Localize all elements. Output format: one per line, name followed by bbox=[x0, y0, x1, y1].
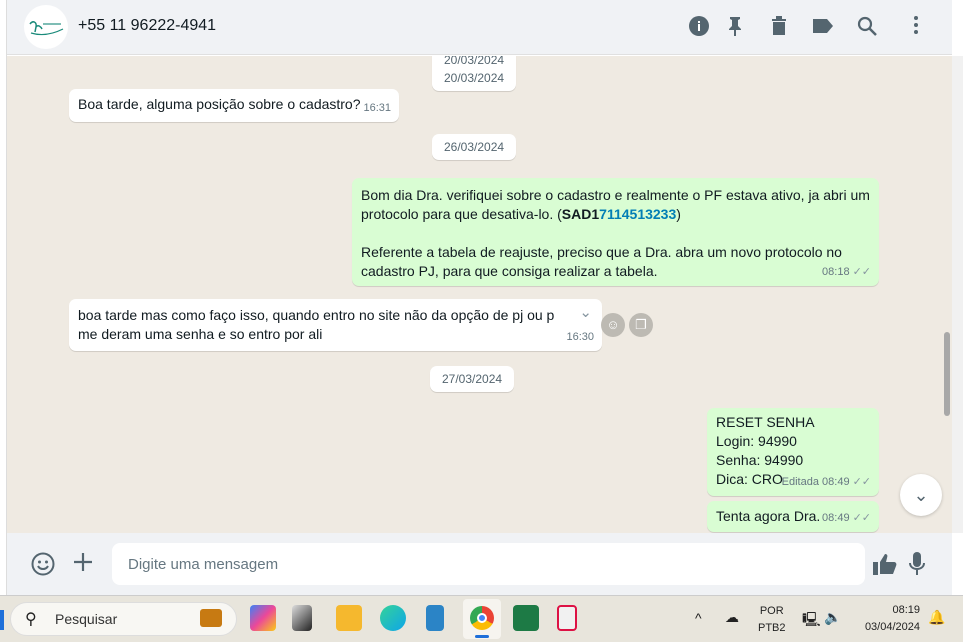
protocol-number-link[interactable]: 7114513233 bbox=[599, 206, 676, 222]
scroll-to-bottom-button[interactable]: ⌄ bbox=[900, 474, 942, 516]
attach-plus-icon[interactable] bbox=[73, 552, 93, 576]
briefcase-icon bbox=[200, 609, 222, 627]
message-text: Referente a tabela de reajuste, preciso … bbox=[361, 244, 842, 279]
thumbs-up-icon[interactable] bbox=[873, 553, 897, 579]
label-icon[interactable] bbox=[812, 16, 834, 38]
message-time: 08:49 bbox=[822, 476, 850, 488]
message-incoming[interactable]: Boa tarde, alguma posição sobre o cadast… bbox=[69, 89, 399, 122]
app-icon[interactable] bbox=[292, 605, 312, 631]
message-text: Bom dia Dra. verifiquei sobre o cadastro… bbox=[361, 187, 870, 222]
message-text: me deram uma senha e so entro por ali bbox=[78, 326, 323, 342]
date-divider: 26/03/2024 bbox=[432, 134, 517, 160]
search-icon[interactable] bbox=[856, 16, 878, 38]
message-text: RESET SENHA bbox=[716, 414, 815, 430]
avatar[interactable] bbox=[24, 5, 68, 49]
taskbar-search[interactable]: ⚲ Pesquisar bbox=[10, 602, 237, 636]
double-check-icon: ✓✓ bbox=[852, 266, 871, 278]
copy-icon[interactable]: ❐ bbox=[629, 313, 653, 337]
double-check-icon: ✓✓ bbox=[852, 476, 871, 488]
message-text: Boa tarde, alguma posição sobre o cadast… bbox=[78, 96, 361, 112]
message-outgoing[interactable]: Bom dia Dra. verifiquei sobre o cadastro… bbox=[352, 178, 879, 286]
date-divider: 20/03/2024 20/03/2024 bbox=[432, 56, 517, 91]
microphone-icon[interactable] bbox=[909, 552, 925, 580]
chat-header: +55 11 96222-4941 bbox=[7, 0, 952, 55]
window-edge bbox=[0, 0, 7, 595]
message-outgoing[interactable]: RESET SENHA Login: 94990 Senha: 94990 Di… bbox=[707, 408, 879, 496]
message-text: Login: 94990 bbox=[716, 433, 797, 449]
volume-icon[interactable]: 🔈 bbox=[824, 609, 841, 626]
language-indicator[interactable]: POR PTB2 bbox=[758, 605, 786, 634]
edited-label: Editada bbox=[781, 476, 819, 488]
message-text: Senha: 94990 bbox=[716, 452, 804, 468]
emoji-icon[interactable] bbox=[31, 552, 55, 580]
message-time: 08:18 bbox=[822, 266, 850, 278]
windows-taskbar: ⚲ Pesquisar ^ ☁ POR PTB2 🖳 🔈 08:19 03/04/2… bbox=[0, 595, 963, 642]
show-hidden-icons[interactable]: ^ bbox=[695, 610, 702, 626]
search-label: Pesquisar bbox=[55, 611, 118, 627]
delete-icon[interactable] bbox=[768, 16, 790, 38]
scrollbar-thumb[interactable] bbox=[944, 332, 950, 416]
message-list[interactable]: 20/03/2024 20/03/2024 Boa tarde, alguma … bbox=[7, 56, 952, 533]
message-time: 08:49 bbox=[822, 512, 850, 524]
message-incoming[interactable]: boa tarde mas como faço isso, quando ent… bbox=[69, 299, 602, 351]
snipping-tool-icon[interactable] bbox=[557, 605, 577, 631]
menu-icon[interactable] bbox=[905, 16, 927, 38]
search-icon: ⚲ bbox=[25, 611, 37, 628]
scrollbar[interactable] bbox=[952, 56, 963, 533]
emoji-react-icon[interactable]: ☺ bbox=[601, 313, 625, 337]
network-icon[interactable]: 🖳 bbox=[802, 609, 821, 633]
copilot-icon[interactable] bbox=[250, 605, 276, 631]
protocol-prefix: SAD1 bbox=[561, 206, 600, 222]
excel-icon[interactable] bbox=[513, 605, 539, 631]
message-input[interactable]: Digite uma mensagem bbox=[112, 543, 865, 585]
date-divider: 27/03/2024 bbox=[430, 366, 515, 392]
date-label: 20/03/2024 bbox=[444, 71, 505, 85]
edge-icon[interactable] bbox=[380, 605, 406, 631]
chevron-down-icon[interactable]: ⌄ bbox=[579, 303, 592, 322]
chrome-taskbar-active[interactable] bbox=[463, 599, 501, 639]
message-time: 16:31 bbox=[363, 102, 391, 114]
message-text: Tenta agora Dra. bbox=[716, 508, 821, 524]
contact-name[interactable]: +55 11 96222-4941 bbox=[78, 17, 216, 35]
clock[interactable]: 08:19 03/04/2024 bbox=[860, 604, 920, 633]
pin-icon[interactable] bbox=[724, 16, 746, 38]
double-check-icon: ✓✓ bbox=[852, 512, 871, 524]
message-time: 16:30 bbox=[566, 331, 594, 343]
message-text: boa tarde mas como faço isso, quando ent… bbox=[78, 307, 555, 323]
start-button[interactable] bbox=[0, 610, 4, 630]
notepad-icon[interactable] bbox=[426, 605, 444, 631]
message-outgoing[interactable]: Tenta agora Dra. 08:49 ✓✓ bbox=[707, 501, 879, 532]
cloud-offline-icon[interactable]: ☁ bbox=[725, 609, 739, 626]
info-icon[interactable] bbox=[688, 16, 710, 38]
composer: Digite uma mensagem bbox=[7, 533, 952, 595]
file-explorer-icon[interactable] bbox=[336, 605, 362, 631]
date-label: 20/03/2024 bbox=[444, 56, 505, 67]
notification-bell-icon[interactable]: 🔔 bbox=[928, 609, 945, 626]
